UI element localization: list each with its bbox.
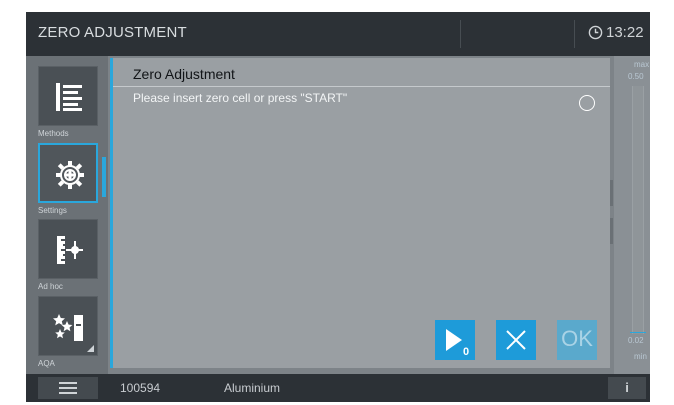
background-marker	[610, 218, 613, 244]
sidebar-item-label: AQA	[38, 359, 55, 368]
cancel-button[interactable]	[496, 320, 536, 360]
hamburger-menu-icon	[59, 382, 77, 394]
status-indicator-icon	[579, 95, 595, 111]
scale-min-label: min	[634, 352, 647, 361]
sidebar-item-label: Methods	[38, 129, 69, 138]
ruler-target-icon	[57, 236, 83, 264]
clock: 13:22	[588, 24, 644, 41]
menu-button[interactable]	[38, 377, 98, 399]
dialog-divider	[113, 86, 610, 87]
dialog-title: Zero Adjustment	[133, 66, 235, 82]
methods-list-icon	[56, 83, 82, 111]
top-bar: ZERO ADJUSTMENT 13:22	[26, 12, 650, 56]
top-divider	[460, 20, 461, 48]
sidebar-item-aqa[interactable]	[38, 296, 98, 356]
sidebar-item-label: Settings	[38, 206, 67, 215]
page-title: ZERO ADJUSTMENT	[38, 24, 187, 41]
play-zero-icon: 0	[446, 329, 469, 358]
sidebar-item-methods[interactable]	[38, 66, 98, 126]
sidebar-item-label: Ad hoc	[38, 282, 63, 291]
material-name: Aluminium	[224, 381, 281, 395]
close-icon	[506, 330, 526, 350]
clock-icon	[588, 25, 603, 40]
instrument-screen: ZERO ADJUSTMENT 13:22 Methods Settings A…	[26, 12, 650, 402]
scale-max-value: 0.50	[628, 72, 644, 81]
selection-indicator	[102, 157, 106, 197]
sidebar-item-settings[interactable]	[38, 143, 98, 203]
dialog-message: Please insert zero cell or press "START"	[133, 91, 348, 105]
background-marker	[610, 180, 613, 206]
ok-button-label: OK	[561, 326, 593, 351]
clock-time: 13:22	[606, 24, 644, 41]
sidebar: Methods Settings Ad hoc AQA	[26, 56, 108, 374]
zero-adjustment-dialog: Zero Adjustment Please insert zero cell …	[110, 58, 610, 368]
ok-button[interactable]: OK	[557, 320, 597, 360]
bottom-bar: 100594 Aluminium i	[26, 374, 650, 402]
scale-max-label: max	[634, 60, 650, 69]
scale-marker	[630, 332, 646, 333]
scale-min-value: 0.02	[628, 336, 644, 345]
gear-icon	[56, 161, 84, 189]
scale-bar	[632, 86, 644, 334]
start-subscript: 0	[463, 346, 469, 358]
stars-cuvette-icon	[53, 314, 83, 341]
sidebar-item-ad-hoc[interactable]	[38, 219, 98, 279]
info-button[interactable]: i	[608, 377, 646, 399]
submenu-corner-icon	[87, 345, 94, 352]
top-divider	[574, 20, 575, 48]
batch-number: 100594	[120, 381, 161, 395]
start-button[interactable]: 0	[435, 320, 475, 360]
